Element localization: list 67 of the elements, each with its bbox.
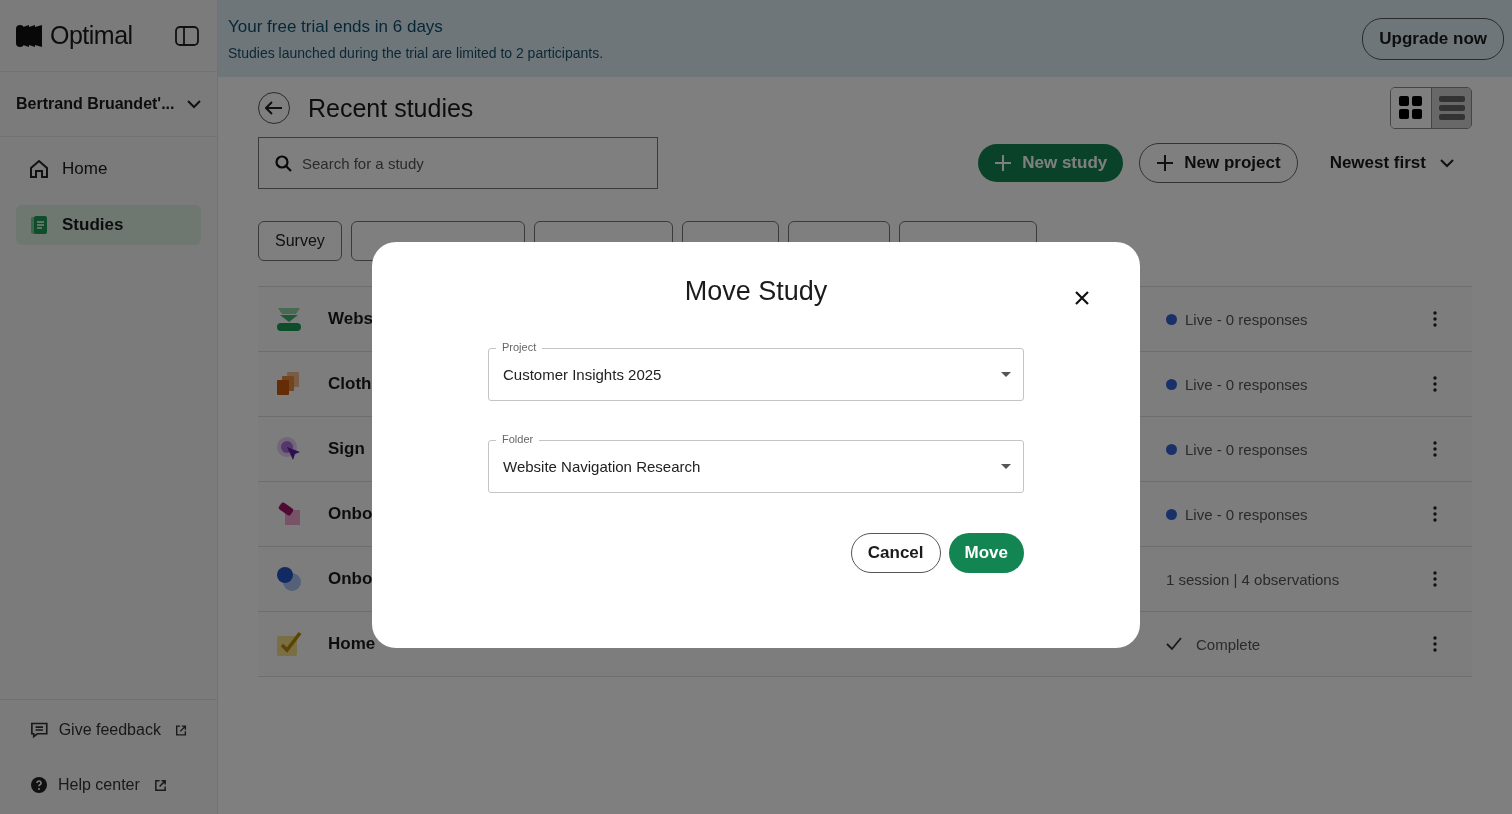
plus-icon [994,154,1013,172]
search-icon [275,154,292,172]
checkbox-icon [276,631,302,657]
back-arrow-icon [265,101,283,115]
status-text: 1 session | 4 observations [1166,570,1340,588]
field-label: Folder [496,432,540,446]
cancel-button[interactable]: Cancel [850,533,941,573]
status-text: Live - 0 responses [1185,375,1308,393]
search-field[interactable]: Search for a study [258,137,658,189]
sidebar-item[interactable]: Studies [16,205,201,245]
field-value: Customer Insights 2025 [503,366,662,383]
study-title: Onbo [328,569,373,589]
cards-icon [276,371,302,397]
sidebar-item[interactable]: Home [16,149,201,189]
select-field[interactable]: Project Customer Insights 2025 [488,340,1024,401]
grid-icon [1399,96,1423,120]
external-link-icon [153,778,167,792]
status-dot [1166,378,1177,390]
new-study-button[interactable]: New study [978,144,1124,182]
study-title: Webs [328,309,374,329]
new-project-button[interactable]: New project [1139,143,1298,183]
list-icon [1438,96,1465,120]
chat-icon [30,720,49,740]
move-button[interactable]: Move [948,533,1024,573]
study-title: Home [328,634,376,654]
logo-icon [16,24,42,47]
check-icon [1166,637,1182,651]
back-button[interactable] [258,92,290,124]
select-field[interactable]: Folder Website Navigation Research [488,432,1024,493]
view-toggle[interactable] [1431,88,1471,128]
status-text: Live - 0 responses [1185,310,1308,328]
trial-title: Your free trial ends in 6 days [228,16,444,37]
filter-chip[interactable]: Survey [258,221,342,261]
home-icon [28,158,50,180]
status-text: Live - 0 responses [1185,440,1308,458]
status-dot [1166,443,1177,455]
circles-icon [276,566,302,592]
upgrade-button[interactable]: Upgrade now [1362,17,1504,60]
trial-message: Studies launched during the trial are limited to 2 participants. [228,44,604,61]
document-icon [28,214,50,236]
logo-text: Optimal [50,21,133,50]
status-dot [1166,313,1177,325]
sidebar-toggle-icon[interactable] [175,25,199,46]
stack-icon [276,306,302,332]
dialog-title: Move Study [683,276,829,307]
chevron-down-icon[interactable] [187,99,201,109]
cursor-icon [276,436,302,462]
study-title: Onbo [328,504,373,524]
field-label: Project [496,340,543,354]
sidebar-link[interactable]: Give feedback [58,721,161,739]
status-text: Complete [1196,635,1261,653]
field-value: Website Navigation Research [503,458,701,475]
status-dot [1166,508,1177,520]
study-title: Cloth [328,374,372,394]
sidebar-link[interactable]: Help center [58,776,140,794]
external-link-icon [174,723,187,737]
page-title: Recent studies [308,93,474,123]
caret-down-icon [1001,464,1011,469]
status-text: Live - 0 responses [1185,505,1308,523]
caret-down-icon [1001,372,1011,377]
sort-dropdown[interactable]: Newest first [1313,143,1472,183]
help-icon [30,776,48,794]
chevron-down-icon [1440,158,1454,168]
study-title: Sign [328,439,365,459]
workspace-selector[interactable]: Bertrand Bruandet'... [16,95,175,113]
shapes-icon [276,501,302,527]
plus-icon [1156,154,1175,172]
